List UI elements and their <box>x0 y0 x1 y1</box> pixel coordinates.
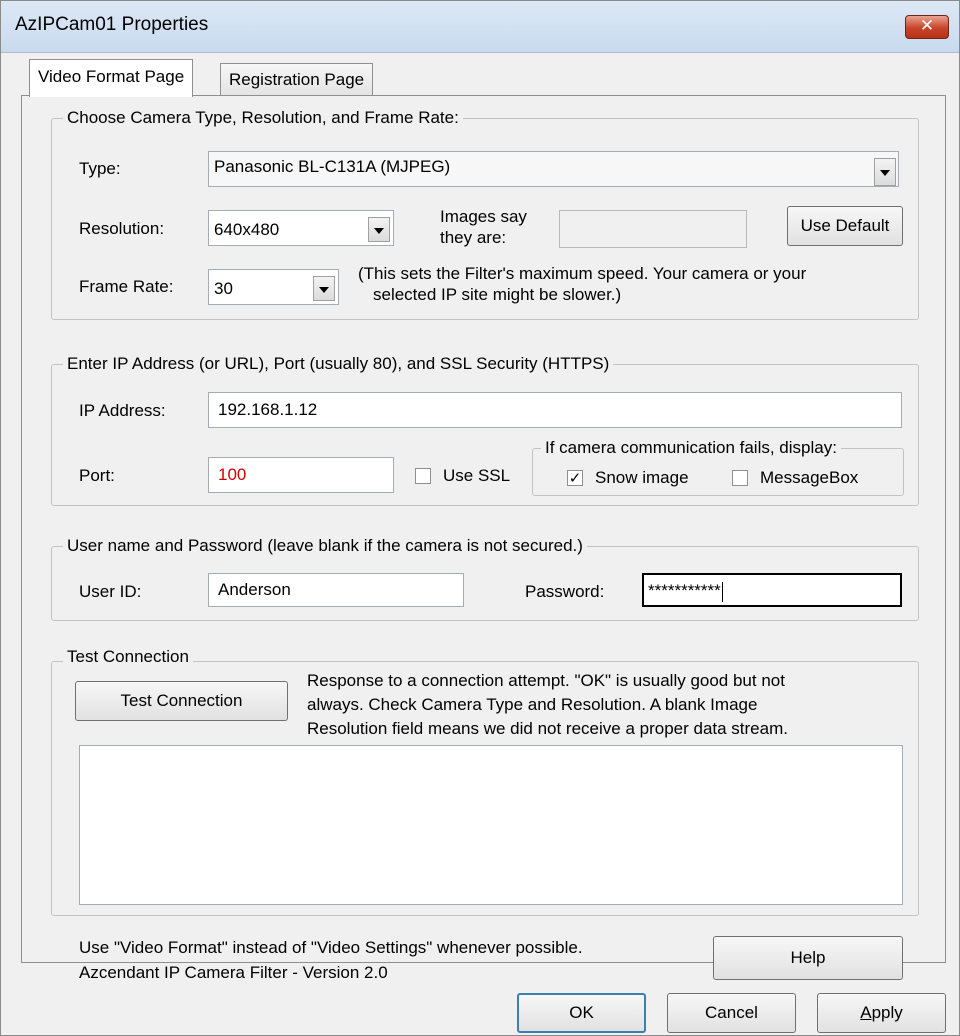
port-input[interactable]: 100 <box>208 457 394 493</box>
frame-rate-note-line1: (This sets the Filter's maximum speed. Y… <box>358 264 807 283</box>
type-label: Type: <box>79 159 121 178</box>
user-id-label: User ID: <box>79 582 142 601</box>
cancel-button[interactable]: Cancel <box>667 993 796 1033</box>
close-button[interactable]: ✕ <box>905 15 949 39</box>
password-input[interactable]: *********** <box>642 573 902 607</box>
close-icon: ✕ <box>919 16 935 36</box>
credentials-group-legend: User name and Password (leave blank if t… <box>63 536 587 556</box>
use-default-button[interactable]: Use Default <box>787 206 903 246</box>
use-ssl-label: Use SSL <box>443 466 511 485</box>
password-label: Password: <box>525 582 605 601</box>
help-button[interactable]: Help <box>713 936 903 980</box>
ip-group-legend: Enter IP Address (or URL), Port (usually… <box>63 354 614 374</box>
images-say-field <box>559 210 747 248</box>
camera-type-select[interactable]: Panasonic BL-C131A (MJPEG) <box>208 151 899 187</box>
snow-image-checkbox[interactable]: ✓ <box>567 470 583 486</box>
footer-note: Use "Video Format" instead of "Video Set… <box>79 938 583 957</box>
window-title: AzIPCam01 Properties <box>15 14 209 35</box>
messagebox-checkbox[interactable] <box>732 470 748 486</box>
camera-type-dropdown-icon[interactable] <box>874 158 896 186</box>
connection-response-textarea[interactable] <box>79 745 903 905</box>
use-ssl-checkbox[interactable] <box>415 468 431 484</box>
resolution-label: Resolution: <box>79 219 165 238</box>
frame-rate-label: Frame Rate: <box>79 277 174 296</box>
resolution-dropdown-icon[interactable] <box>368 217 390 242</box>
ok-button[interactable]: OK <box>517 993 646 1033</box>
text-cursor <box>721 581 723 602</box>
images-say-label-line1: Images say <box>440 207 527 226</box>
camera-group-legend: Choose Camera Type, Resolution, and Fram… <box>63 108 463 128</box>
ip-address-label: IP Address: <box>79 401 166 420</box>
test-connection-legend: Test Connection <box>63 647 193 667</box>
tab-video-format[interactable]: Video Format Page <box>29 59 194 97</box>
test-note-line3: Resolution field means we did not receiv… <box>307 719 788 738</box>
port-label: Port: <box>79 466 115 485</box>
messagebox-label: MessageBox <box>760 468 859 487</box>
images-say-label-line2: they are: <box>440 228 507 247</box>
title-bar: AzIPCam01 Properties ✕ <box>1 1 959 53</box>
camera-type-value: Panasonic BL-C131A (MJPEG) <box>214 157 451 176</box>
snow-image-label: Snow image <box>595 468 689 487</box>
tab-registration[interactable]: Registration Page <box>220 63 374 95</box>
ip-address-input[interactable]: 192.168.1.12 <box>208 392 902 428</box>
test-note-line2: always. Check Camera Type and Resolution… <box>307 695 758 714</box>
frame-rate-note-line2: selected IP site might be slower.) <box>373 285 622 304</box>
resolution-value: 640x480 <box>214 220 280 239</box>
version-label: Azcendant IP Camera Filter - Version 2.0 <box>79 963 388 982</box>
frame-rate-dropdown-icon[interactable] <box>313 276 335 301</box>
test-note-line1: Response to a connection attempt. "OK" i… <box>307 671 785 690</box>
frame-rate-value: 30 <box>214 279 233 298</box>
apply-accelerator: A <box>860 1003 872 1022</box>
failure-display-legend: If camera communication fails, display: <box>541 438 841 458</box>
resolution-select[interactable]: 640x480 <box>208 210 394 246</box>
properties-dialog: AzIPCam01 Properties ✕ Video Format Page… <box>0 0 960 1036</box>
user-id-input[interactable]: Anderson <box>208 573 464 607</box>
apply-button[interactable]: Apply <box>817 993 946 1033</box>
apply-label-rest: pply <box>871 1003 903 1022</box>
port-value: 100 <box>218 465 247 484</box>
test-connection-button[interactable]: Test Connection <box>75 681 288 721</box>
